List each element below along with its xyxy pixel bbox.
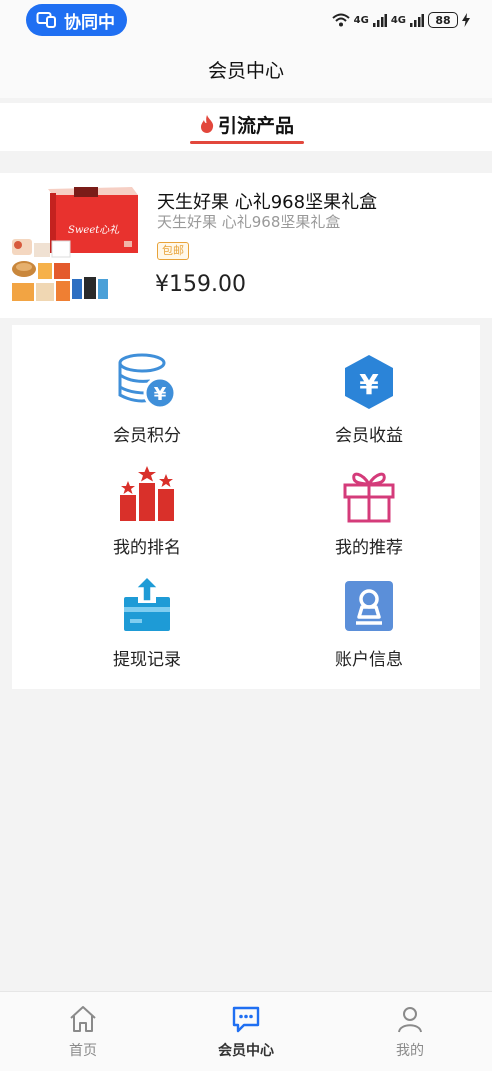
home-icon (70, 1006, 96, 1032)
header: 会员中心 (0, 40, 492, 98)
nav-label: 我的 (396, 1043, 424, 1059)
menu-label: 会员积分 (113, 426, 181, 446)
account-stamp-icon (345, 581, 393, 631)
free-shipping-badge: 包邮 (157, 242, 189, 260)
tab-label: 引流产品 (217, 114, 294, 137)
menu-panel: ¥ 会员积分 ¥ 会员收益 我的排名 我的推荐 提现记录 账户信息 (12, 325, 480, 689)
nav-item-mine[interactable]: 我的 (365, 1004, 455, 1060)
hexagon-yen-icon: ¥ (345, 355, 393, 409)
menu-label: 账户信息 (335, 650, 403, 670)
product-image[interactable]: Sweet心礼 (10, 179, 140, 307)
product-price: ¥159.00 (155, 272, 246, 297)
nav-item-member-center[interactable]: 会员中心 (201, 1004, 291, 1060)
menu-label: 提现记录 (113, 650, 181, 670)
collaboration-label: 协同中 (64, 12, 115, 33)
tab-lead-products[interactable]: 引流产品 (190, 103, 304, 145)
network-label-2: 4G (390, 14, 406, 26)
nav-label: 首页 (69, 1043, 97, 1059)
network-label-1: 4G (353, 14, 369, 26)
wifi-icon (331, 13, 350, 27)
coin-stack-yen-icon: ¥ (118, 353, 177, 410)
page-title: 会员中心 (207, 59, 284, 82)
ranking-bars-stars-icon (120, 466, 174, 521)
product-subtitle: 天生好果 心礼968坚果礼盒 (157, 213, 341, 231)
status-icons: 4G 4G 88 (331, 10, 470, 30)
nav-item-home[interactable]: 首页 (38, 1004, 128, 1060)
menu-item-withdrawal-records[interactable]: 提现记录 (77, 575, 217, 683)
svg-text:¥: ¥ (154, 384, 167, 405)
signal-icon (410, 14, 424, 27)
person-icon (398, 1007, 422, 1033)
devices-icon (36, 12, 56, 28)
menu-label: 会员收益 (335, 426, 403, 446)
gift-box-icon (343, 472, 395, 523)
bottom-nav: 首页 会员中心 我的 (0, 991, 492, 1071)
svg-text:Sweet心礼: Sweet心礼 (68, 224, 120, 236)
nav-label: 会员中心 (218, 1043, 274, 1059)
signal-icon (372, 14, 387, 27)
status-bar: 协同中 4G 4G 88 (0, 0, 492, 40)
collaboration-pill[interactable]: 协同中 (26, 4, 127, 36)
menu-label: 我的推荐 (335, 538, 403, 558)
tab-underline (190, 141, 304, 144)
withdraw-card-icon (124, 575, 170, 631)
chat-bubble-icon (232, 1006, 260, 1033)
charging-bolt-icon (462, 13, 470, 27)
battery-indicator: 88 (428, 12, 458, 28)
menu-item-my-referrals[interactable]: 我的推荐 (299, 463, 439, 571)
svg-text:¥: ¥ (359, 368, 379, 401)
flame-icon (200, 115, 214, 133)
menu-label: 我的排名 (113, 538, 181, 558)
menu-item-account-info[interactable]: 账户信息 (299, 575, 439, 683)
menu-item-member-earnings[interactable]: ¥ 会员收益 (299, 351, 439, 459)
section-tab-bar: 引流产品 (0, 103, 492, 151)
menu-item-my-ranking[interactable]: 我的排名 (77, 463, 217, 571)
menu-item-member-points[interactable]: ¥ 会员积分 (77, 351, 217, 459)
